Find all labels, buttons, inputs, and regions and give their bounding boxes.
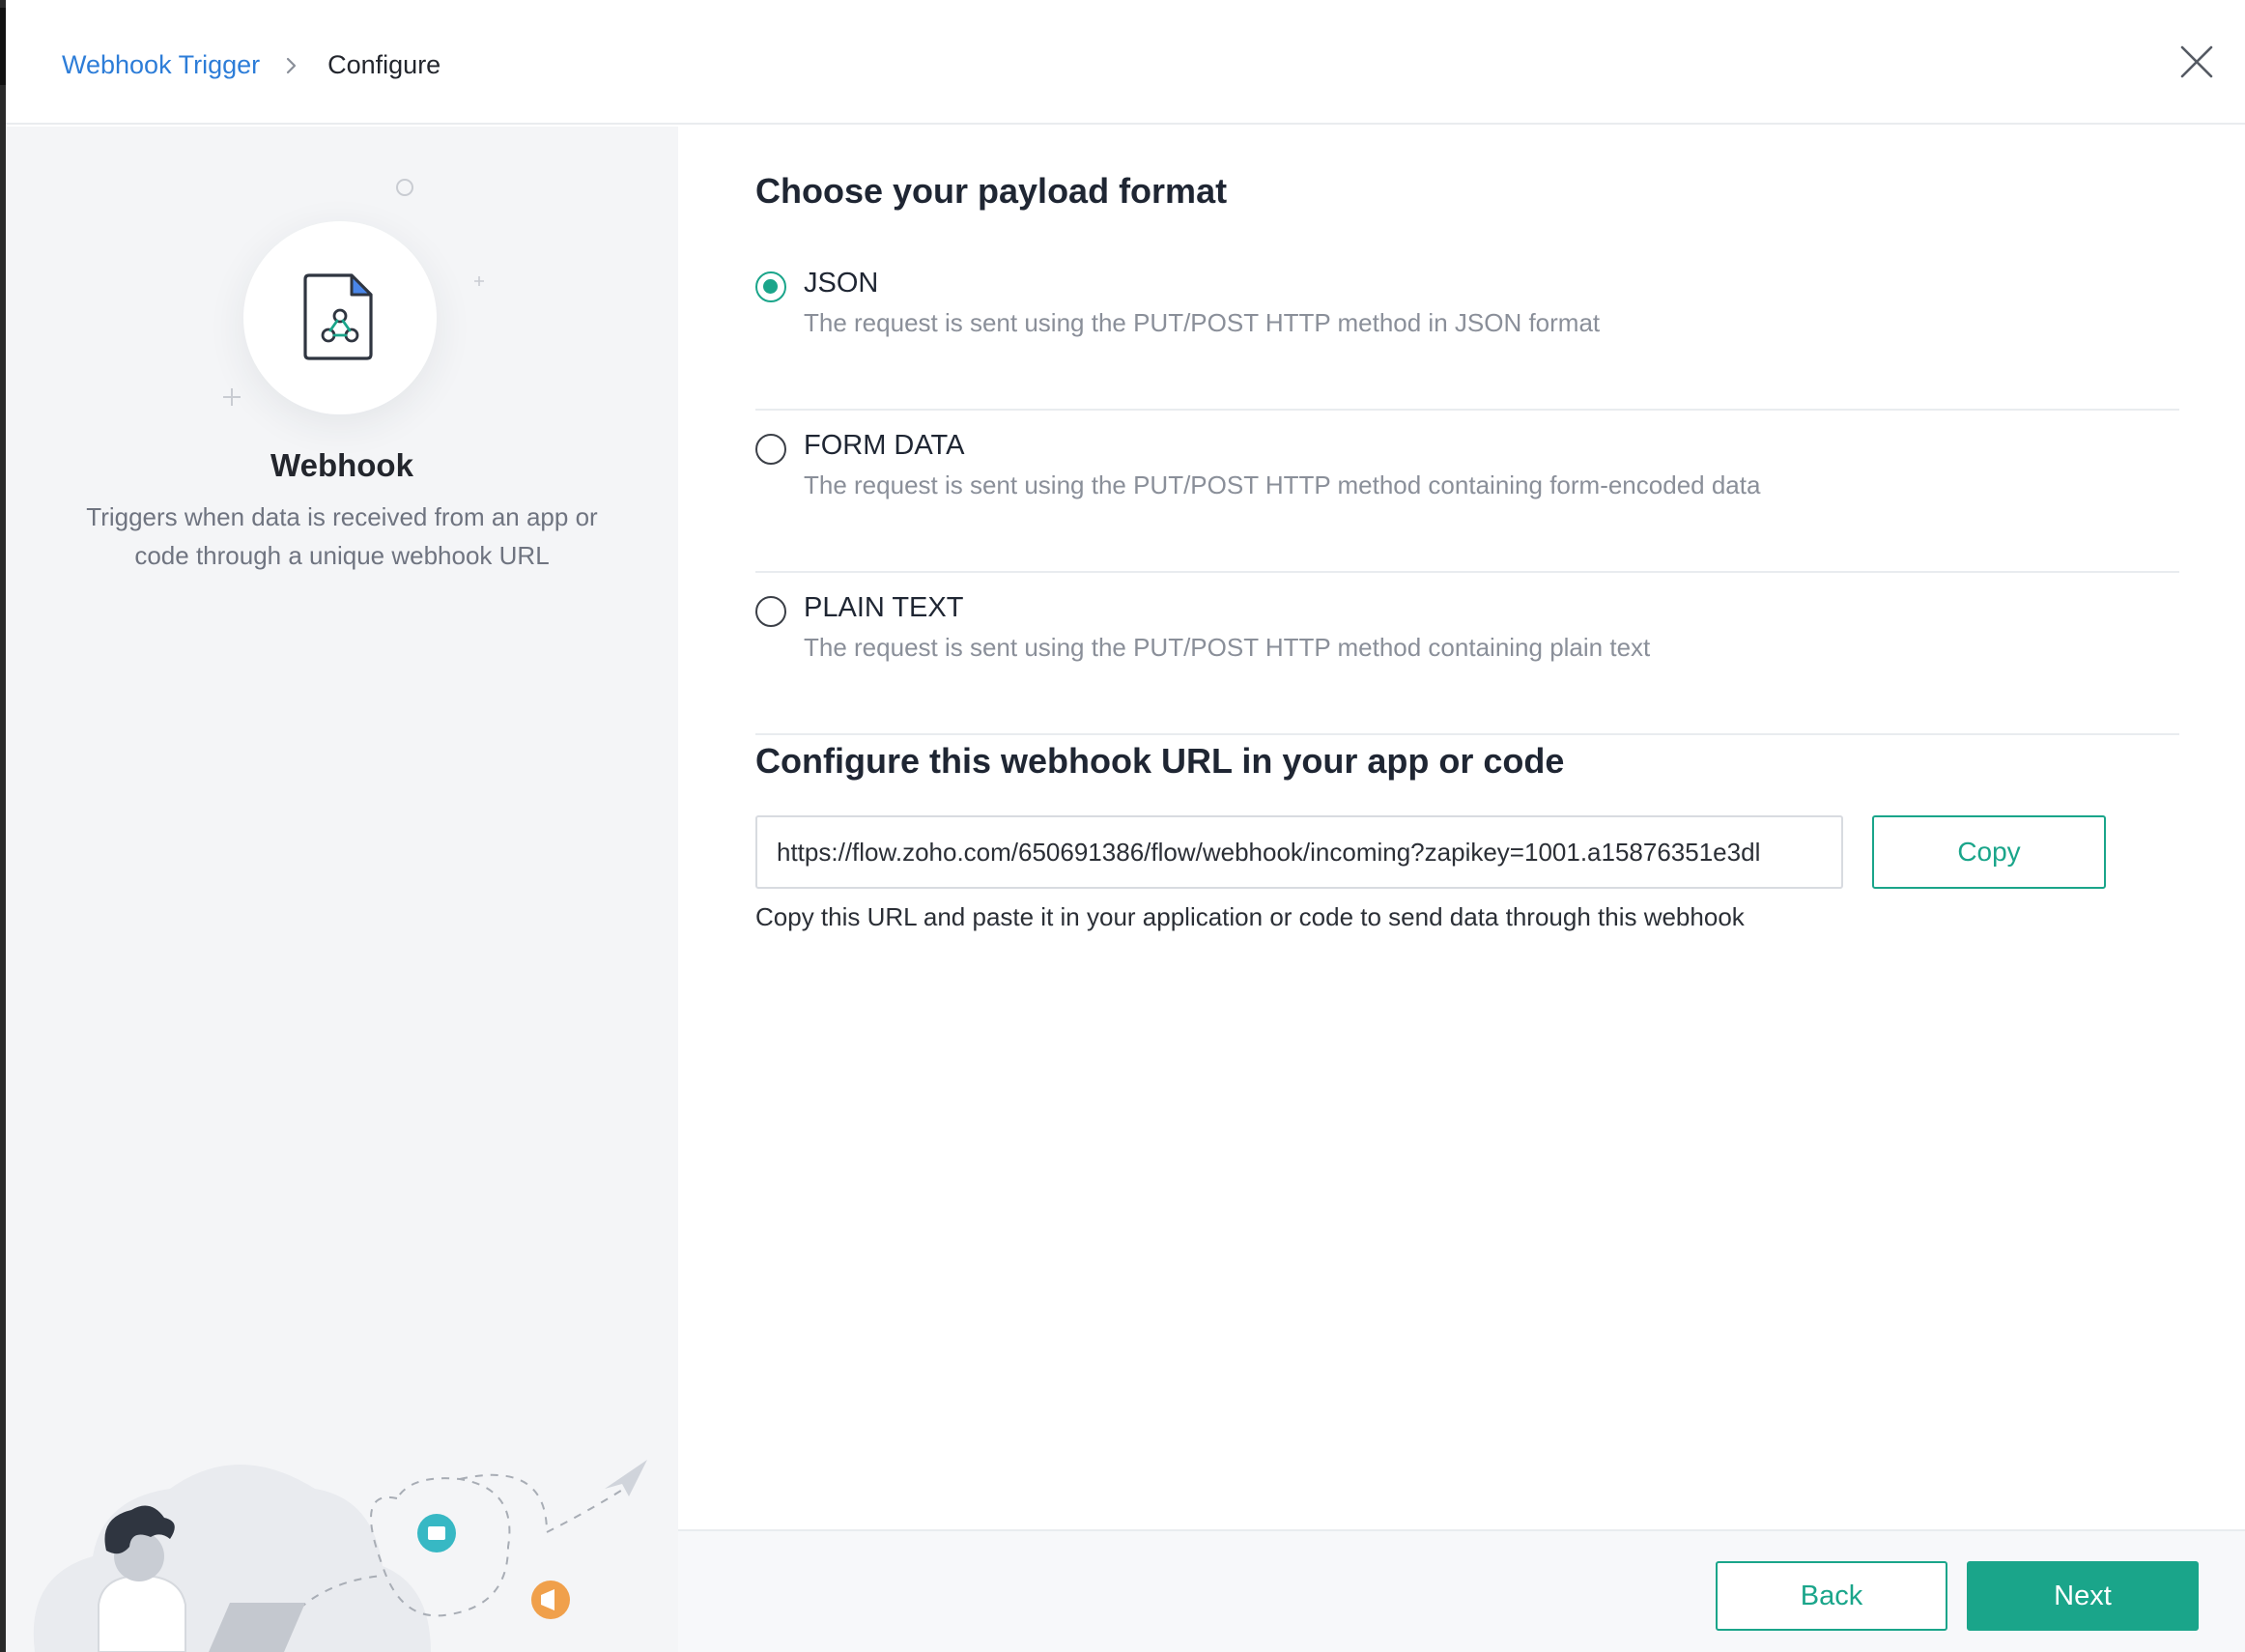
webhook-url-hint: Copy this URL and paste it in your appli…: [755, 902, 1745, 931]
decorative-plus-icon: [474, 276, 484, 286]
breadcrumb-current: Configure: [327, 50, 441, 79]
config-panel: Choose your payload format JSON The requ…: [678, 127, 2245, 1529]
radio-json[interactable]: [755, 271, 786, 302]
option-description: The request is sent using the PUT/POST H…: [804, 308, 1601, 337]
radio-form-data[interactable]: [755, 434, 786, 465]
decorative-plus-icon: [223, 388, 241, 406]
payload-format-title: Choose your payload format: [755, 171, 1228, 211]
option-label: PLAIN TEXT: [804, 592, 964, 623]
webhook-url-title: Configure this webhook URL in your app o…: [755, 741, 1565, 781]
payload-option-form-data[interactable]: FORM DATA The request is sent using the …: [755, 411, 2179, 573]
option-label: FORM DATA: [804, 430, 965, 461]
option-description: The request is sent using the PUT/POST H…: [804, 633, 1651, 662]
payload-option-plain-text[interactable]: PLAIN TEXT The request is sent using the…: [755, 573, 2179, 735]
chevron-right-icon: [277, 51, 306, 80]
back-button[interactable]: Back: [1716, 1561, 1947, 1631]
decorative-ring-icon: [396, 179, 413, 196]
modal-footer: Back Next: [678, 1529, 2245, 1652]
trigger-description: Triggers when data is received from an a…: [86, 502, 598, 570]
webhook-url-input[interactable]: [755, 815, 1843, 889]
modal-header: Webhook Trigger Configure: [6, 0, 2245, 125]
close-icon[interactable]: [2177, 43, 2216, 81]
copy-button[interactable]: Copy: [1872, 815, 2106, 889]
payload-option-json[interactable]: JSON The request is sent using the PUT/P…: [755, 248, 2179, 411]
trigger-title: Webhook: [270, 447, 413, 483]
breadcrumb-webhook-trigger-link[interactable]: Webhook Trigger: [62, 50, 260, 80]
trigger-info-panel: Webhook Triggers when data is received f…: [6, 127, 678, 1652]
webhook-file-icon: [303, 273, 373, 360]
person-laptop-illustration: [33, 1460, 647, 1652]
option-description: The request is sent using the PUT/POST H…: [804, 470, 1761, 499]
webhook-app-icon: [243, 221, 437, 414]
breadcrumb: Webhook Trigger Configure: [62, 50, 440, 80]
option-label: JSON: [804, 268, 879, 299]
radio-plain-text[interactable]: [755, 596, 786, 627]
webhook-config-modal: Webhook Trigger Configure Webhook Trigge…: [6, 0, 2245, 1652]
next-button[interactable]: Next: [1967, 1561, 2199, 1631]
